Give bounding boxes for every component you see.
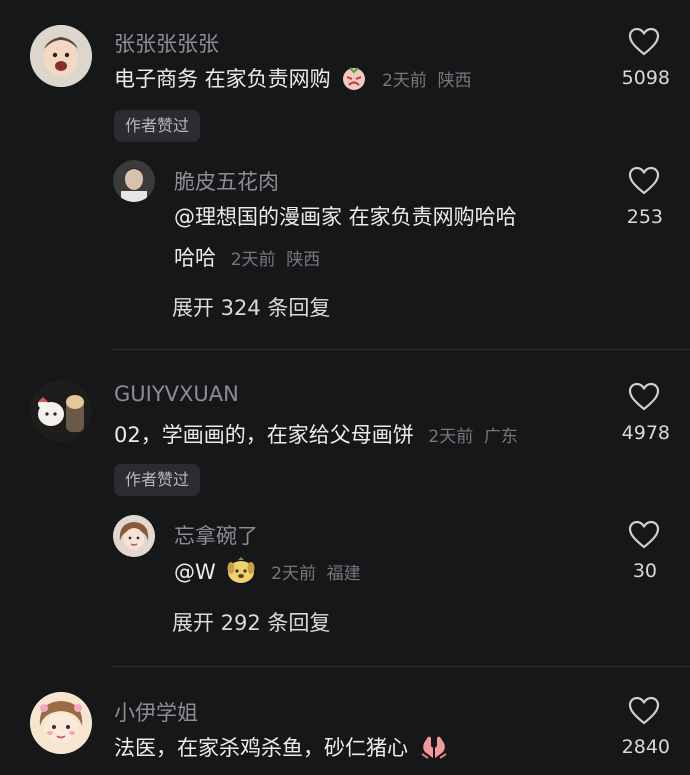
reply-text: @W 2天前 福建 (174, 556, 361, 593)
comment-text: 电子商务 在家负责网购 2天前 陕西 (114, 64, 472, 100)
reply-time: 2天前 (230, 250, 276, 270)
reply-text-line1: @理想国的漫画家 在家负责网购哈哈 (174, 205, 517, 229)
reply-location: 陕西 (286, 250, 321, 270)
comment-item: 小伊学姐 法医，在家杀鸡杀鱼，砂仁猪心 2840 (0, 667, 690, 775)
reply-content: 哈哈 (174, 246, 216, 270)
avatar[interactable] (113, 515, 155, 557)
reply-location: 福建 (326, 564, 361, 584)
comment-content: 法医，在家杀鸡杀鱼，砂仁猪心 (114, 736, 408, 760)
comment-item: GUIYVXUAN 02，学画画的，在家给父母画饼 2天前 广东 4978 作者… (0, 350, 690, 665)
like-count: 2840 (621, 736, 670, 758)
avatar[interactable] (30, 692, 92, 754)
author-liked-badge: 作者赞过 (114, 110, 201, 142)
heart-outline-icon[interactable] (628, 27, 660, 57)
angry-face-emoji-icon (341, 65, 367, 100)
avatar[interactable] (30, 380, 92, 442)
avatar[interactable] (113, 160, 155, 202)
username[interactable]: 小伊学姐 (114, 697, 198, 727)
username[interactable]: 张张张张张 (114, 28, 219, 58)
reply-username[interactable]: 忘拿碗了 (174, 520, 258, 550)
comment-location: 广东 (483, 427, 518, 447)
heart-outline-icon[interactable] (628, 696, 660, 726)
comment-time: 2天前 (428, 427, 474, 447)
reply-username[interactable]: 脆皮五花肉 (174, 166, 279, 196)
heart-outline-icon[interactable] (628, 166, 660, 196)
avatar[interactable] (30, 25, 92, 87)
comment-content: 02，学画画的，在家给父母画饼 (114, 423, 414, 447)
like-count: 30 (632, 560, 657, 582)
reply-time: 2天前 (271, 564, 316, 584)
like-count: 253 (626, 206, 663, 228)
expand-replies-button[interactable]: 展开 292 条回复 (172, 607, 330, 637)
heart-outline-icon[interactable] (628, 382, 660, 412)
like-count: 5098 (621, 67, 670, 89)
heart-outline-icon[interactable] (628, 520, 660, 550)
reply-content: @W (174, 560, 216, 584)
comment-text: 法医，在家杀鸡杀鱼，砂仁猪心 (114, 733, 449, 769)
comment-content: 电子商务 在家负责网购 (114, 67, 331, 91)
username[interactable]: GUIYVXUAN (114, 382, 239, 406)
expand-replies-button[interactable]: 展开 324 条回复 (172, 292, 330, 322)
comment-time: 2天前 (382, 71, 427, 91)
comment-text: 02，学画画的，在家给父母画饼 2天前 广东 (114, 420, 518, 453)
puppy-face-emoji-icon (226, 556, 256, 593)
praying-hands-emoji-icon (419, 734, 449, 769)
comment-location: 陕西 (437, 71, 472, 91)
author-liked-badge: 作者赞过 (114, 464, 201, 496)
reply-text: 哈哈 2天前 陕西 (174, 243, 320, 276)
like-count: 4978 (621, 422, 670, 444)
comment-item: 张张张张张 电子商务 在家负责网购 2天前 陕西 5098 作者赞过 脆皮五花肉… (0, 0, 690, 345)
